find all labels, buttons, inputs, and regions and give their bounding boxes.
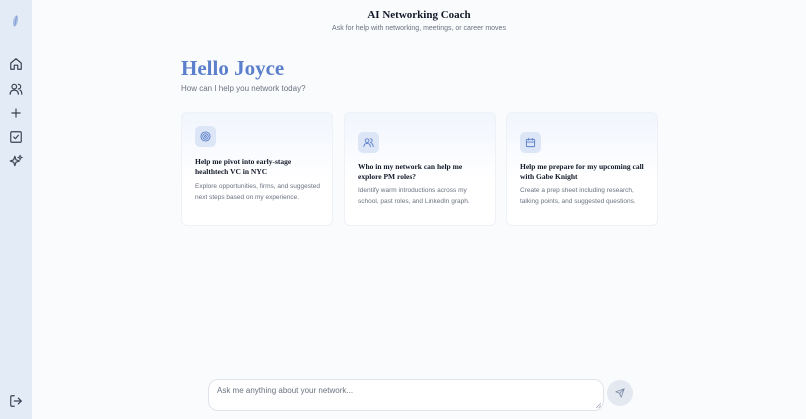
people-icon xyxy=(363,138,374,148)
send-icon xyxy=(615,388,625,398)
page-header: AI Networking Coach Ask for help with ne… xyxy=(32,8,806,33)
sparkles-icon xyxy=(9,154,23,167)
sidebar-item-tasks[interactable] xyxy=(8,129,24,145)
resize-handle-icon[interactable] xyxy=(596,403,601,408)
home-icon xyxy=(10,58,22,70)
card-description: Identify warm introductions across my sc… xyxy=(358,187,470,205)
logout-icon xyxy=(10,395,22,407)
card-title: Help me pivot into early-stage healthtec… xyxy=(195,157,292,176)
plus-icon xyxy=(11,108,21,118)
sidebar-item-contacts[interactable] xyxy=(8,81,24,97)
sidebar-item-ai[interactable] xyxy=(8,153,24,169)
calendar-icon xyxy=(525,137,536,148)
page-title: AI Networking Coach xyxy=(367,9,471,21)
suggestion-card-call-prep[interactable]: Help me prepare for my upcoming call wit… xyxy=(506,112,658,226)
checkbox-icon xyxy=(10,131,22,143)
people-icon xyxy=(9,83,23,95)
sidebar-item-home[interactable] xyxy=(8,56,24,72)
sidebar xyxy=(0,0,32,419)
sidebar-item-new[interactable] xyxy=(8,105,24,121)
chat-input-container xyxy=(208,379,604,411)
card-icon-badge xyxy=(358,132,379,153)
card-icon-badge xyxy=(520,132,541,153)
card-title: Help me prepare for my upcoming call wit… xyxy=(520,162,644,181)
card-icon-badge xyxy=(195,126,216,147)
card-description: Create a prep sheet including research, … xyxy=(520,187,636,205)
card-title: Who in my network can help me explore PM… xyxy=(358,162,463,181)
logout-button[interactable] xyxy=(8,393,24,409)
suggestion-card-pivot[interactable]: Help me pivot into early-stage healthtec… xyxy=(181,112,333,226)
page-subtitle: Ask for help with networking, meetings, … xyxy=(332,25,506,32)
target-icon xyxy=(200,131,211,142)
greeting-heading: Hello Joyce xyxy=(181,56,285,80)
greeting-prompt: How can I help you network today? xyxy=(181,84,306,93)
leaf-logo-icon[interactable] xyxy=(10,14,22,28)
suggestion-card-pm-roles[interactable]: Who in my network can help me explore PM… xyxy=(344,112,496,226)
send-button[interactable] xyxy=(607,380,633,406)
card-description: Explore opportunities, firms, and sugges… xyxy=(195,183,321,201)
chat-input[interactable] xyxy=(209,380,603,410)
